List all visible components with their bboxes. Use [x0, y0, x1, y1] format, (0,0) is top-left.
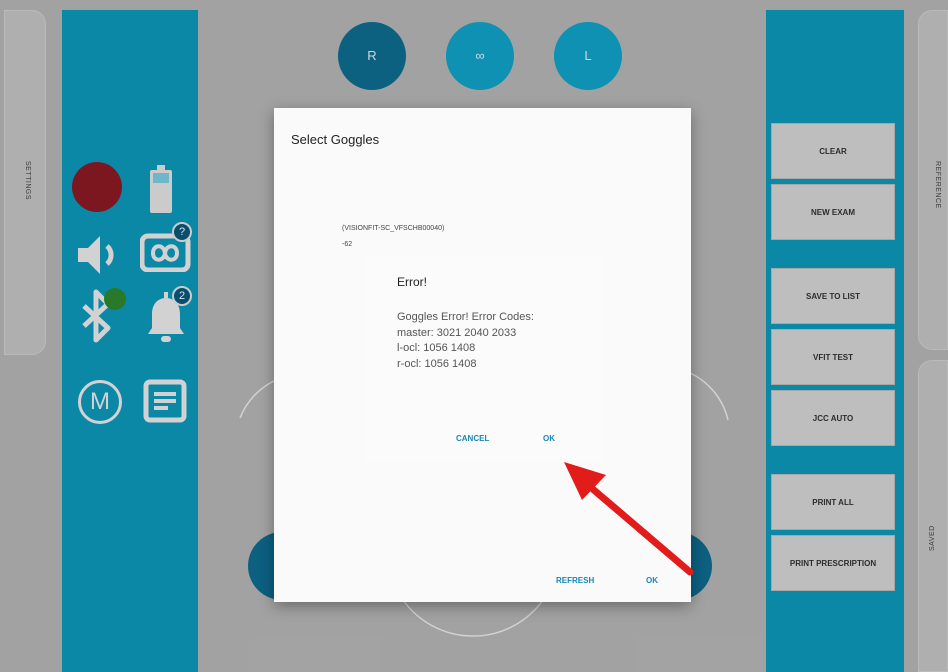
error-line: r-ocl: 1056 1408	[397, 357, 477, 370]
dialog-title: Select Goggles	[291, 132, 380, 147]
error-line: l-ocl: 1056 1408	[397, 342, 476, 354]
error-ok-button[interactable]: OK	[543, 434, 555, 443]
app-window: SETTINGS REFERENCE SAVED R ∞ L ? 2 M CLE…	[0, 0, 948, 672]
goggles-device-item[interactable]: (VISIONFIT-SC_VFSCHB00040) -62	[342, 221, 444, 253]
refresh-button[interactable]: REFRESH	[556, 576, 594, 585]
error-line: Goggles Error! Error Codes:	[397, 311, 534, 323]
device-name: (VISIONFIT-SC_VFSCHB00040)	[342, 225, 445, 232]
error-dialog: Error! Goggles Error! Error Codes: maste…	[365, 255, 603, 462]
error-line: master: 3021 2040 2033	[397, 326, 517, 339]
error-message: Goggles Error! Error Codes: master: 3021…	[397, 310, 534, 372]
error-cancel-button[interactable]: CANCEL	[456, 434, 489, 443]
device-signal: -62	[342, 241, 353, 248]
dialog-ok-button[interactable]: OK	[646, 576, 658, 585]
error-title: Error!	[397, 275, 427, 289]
